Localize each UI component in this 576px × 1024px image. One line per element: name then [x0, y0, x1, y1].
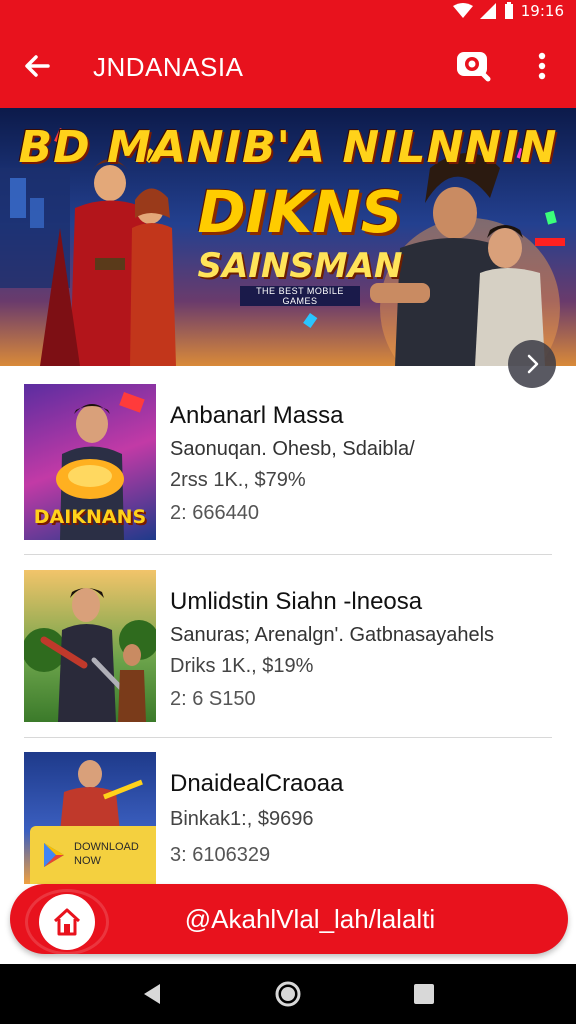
banner-title: BD MANIB'A NILNNIN [18, 122, 558, 173]
game-count: 2: 666440 [170, 502, 259, 524]
action-label: @AkahlVlal_lah/lalalti [184, 904, 436, 934]
promo-banner[interactable]: BD MANIB'A NILNNIN DIKNS SAINSMAN THE BE… [0, 108, 576, 366]
chevron-right-icon [527, 354, 539, 374]
banner-subheadline: SAINSMAN [197, 246, 403, 286]
game-count: 2: 6 S150 [170, 688, 256, 710]
game-thumbnail [24, 570, 156, 722]
home-icon [53, 908, 81, 936]
play-store-icon [44, 843, 64, 867]
app-bar: JNDANASIA [0, 24, 576, 108]
list-item[interactable]: Umlidstin Siahn ‑lneosa Sanuras; Arenalg… [24, 570, 552, 722]
signal-icon [479, 3, 496, 19]
home-button[interactable] [28, 892, 106, 952]
nav-home-icon[interactable] [274, 980, 302, 1008]
list-item[interactable]: DAIKNANS Anbanarl Massa Saonuqan. Ohesb,… [24, 384, 552, 540]
more-options-button[interactable] [528, 46, 556, 86]
nav-back-icon[interactable] [138, 980, 166, 1008]
game-description: Sanuras; Arenalgn'. Gatbnasayahels [170, 624, 495, 646]
home-circle [39, 894, 95, 950]
game-meta: Driks 1K., $19% [170, 655, 314, 677]
status-time: 19:16 [520, 2, 564, 20]
arrow-left-icon [25, 55, 50, 77]
badge-text: DOWNLOAD NOW [74, 841, 139, 867]
divider [24, 554, 552, 555]
carousel-next-button[interactable] [508, 340, 556, 388]
nav-recents-icon[interactable] [410, 980, 438, 1008]
list-item[interactable]: DOWNLOAD NOW DnaidealCraoaa Binkak1:, $9… [24, 752, 552, 884]
game-thumbnail: DAIKNANS [24, 384, 156, 540]
game-title: Umlidstin Siahn ‑lneosa [170, 588, 423, 615]
status-bar: 19:16 [0, 0, 576, 24]
banner-tagline: THE BEST MOBILE GAMES [240, 286, 360, 306]
thumbnail-art [24, 588, 156, 722]
game-count: 3: 6106329 [170, 844, 271, 866]
search-icon [457, 52, 491, 82]
play-store-badge[interactable]: DOWNLOAD NOW [30, 826, 156, 884]
game-meta: 2rss 1K., $79% [170, 469, 306, 491]
game-thumbnail: DOWNLOAD NOW [24, 752, 156, 884]
search-button[interactable] [452, 44, 496, 88]
more-vert-icon [538, 52, 546, 80]
battery-icon [504, 2, 513, 19]
bottom-action-bar[interactable]: @AkahlVlal_lah/lalalti [10, 884, 568, 954]
game-description: Saonuqan. Ohesb, Sdaibla/ [170, 438, 415, 460]
banner-headline: DIKNS [197, 178, 403, 246]
back-button[interactable] [18, 46, 58, 86]
game-meta: Binkak1:, $9696 [170, 808, 314, 830]
thumbnail-text: DAIKNANS [33, 506, 147, 528]
divider [24, 737, 552, 738]
status-icons: 19:16 [452, 2, 564, 20]
app-title: JNDANASIA [93, 52, 244, 82]
system-nav-bar [0, 964, 576, 1024]
game-title: DnaidealCraoaa [170, 770, 344, 797]
game-title: Anbanarl Massa [170, 402, 344, 429]
wifi-icon [452, 3, 473, 18]
